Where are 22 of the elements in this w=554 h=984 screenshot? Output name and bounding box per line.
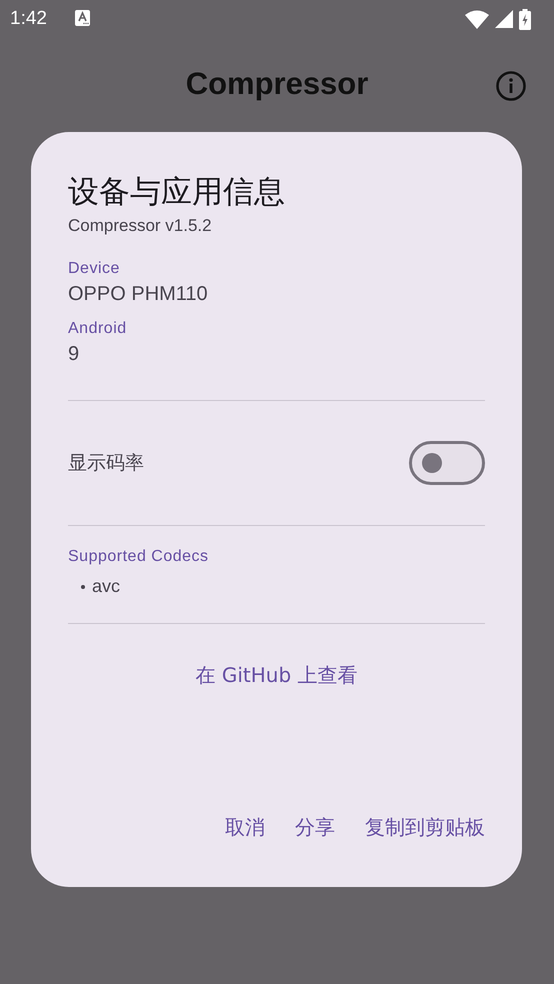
toggle-label: 显示码率 xyxy=(68,451,144,476)
toggle-switch[interactable] xyxy=(409,441,485,485)
info-icon[interactable] xyxy=(496,71,526,101)
dialog-title: 设备与应用信息 xyxy=(68,173,286,212)
app-title: Compressor xyxy=(186,66,368,102)
github-link[interactable]: 在 GitHub 上查看 xyxy=(195,662,358,689)
field-value: 9 xyxy=(68,343,80,366)
field-label: Android xyxy=(68,320,128,338)
dialog-button[interactable]: 分享 xyxy=(283,804,347,851)
signal-icon xyxy=(495,10,513,28)
codec-item: avc xyxy=(92,576,120,597)
dialog-button[interactable]: 取消 xyxy=(213,804,277,851)
battery-icon xyxy=(519,8,531,30)
field-label: Device xyxy=(68,260,121,278)
version-text: Compressor v1.5.2 xyxy=(68,216,213,236)
section-label: Supported Codecs xyxy=(68,548,210,566)
field-value: OPPO PHM110 xyxy=(68,283,209,306)
keyboard-icon xyxy=(74,10,90,26)
wifi-icon xyxy=(465,10,489,28)
bullet-icon xyxy=(81,584,85,588)
dialog-button[interactable]: 复制到剪贴板 xyxy=(353,804,497,851)
status-time: 1:42 xyxy=(10,8,47,30)
